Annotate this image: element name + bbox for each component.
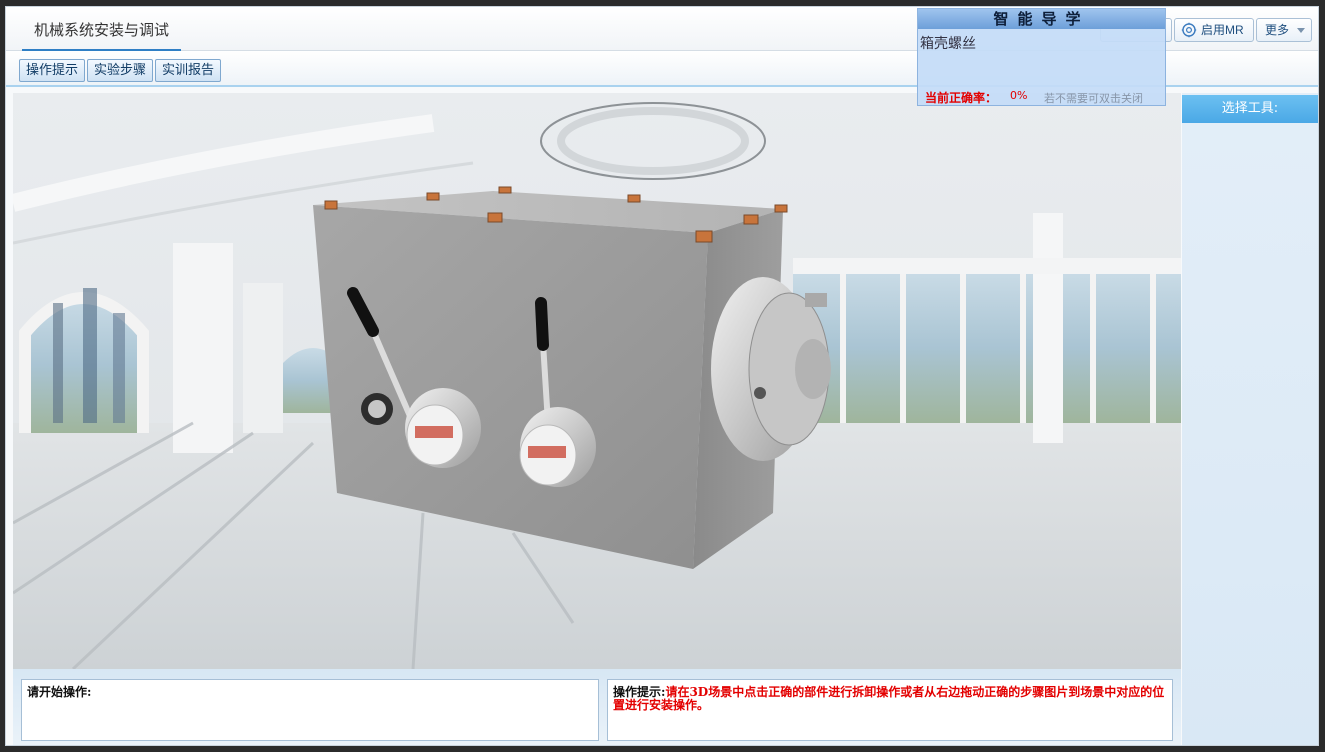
status-area: 请开始操作: 操作提示:请在3D场景中点击正确的部件进行拆卸操作或者从右边拖动正…	[13, 669, 1181, 745]
3d-scene-viewport[interactable]	[13, 93, 1181, 669]
hint-label: 操作提示:	[613, 685, 666, 699]
3d-scene-render	[13, 93, 1181, 669]
enable-mr-button[interactable]: 启用MR	[1174, 18, 1254, 42]
experiment-steps-button[interactable]: 实验步骤	[87, 59, 154, 82]
more-label: 更多	[1265, 23, 1290, 37]
smart-guide-title[interactable]: 智能导学	[918, 9, 1165, 29]
app-window: 机械系统安装与调试 启用MR 更多 操作提示 实验步骤 实训报告 选择工具: 请…	[5, 6, 1319, 746]
chevron-down-icon	[1297, 28, 1305, 33]
accuracy-value: 0%	[1010, 89, 1028, 102]
guide-close-hint: 若不需要可双击关闭	[1044, 92, 1143, 105]
operation-hint-box: 操作提示:请在3D场景中点击正确的部件进行拆卸操作或者从右边拖动正确的步骤图片到…	[607, 679, 1173, 741]
operation-log-box: 请开始操作:	[21, 679, 599, 741]
training-report-button[interactable]: 实训报告	[155, 59, 222, 82]
operation-tips-button[interactable]: 操作提示	[19, 59, 86, 82]
mr-icon	[1181, 22, 1197, 38]
more-button[interactable]: 更多	[1256, 18, 1312, 42]
guide-current-task: 箱壳螺丝	[920, 36, 976, 52]
enable-mr-label: 启用MR	[1201, 23, 1244, 37]
hint-text: 请在3D场景中点击正确的部件进行拆卸操作或者从右边拖动正确的步骤图片到场景中对应…	[613, 685, 1165, 712]
accuracy-label: 当前正确率：	[925, 91, 998, 105]
smart-guide-panel[interactable]: 智能导学 箱壳螺丝 当前正确率： 0% 若不需要可双击关闭	[917, 8, 1166, 106]
tool-panel-title: 选择工具:	[1182, 95, 1318, 123]
page-title-tab[interactable]: 机械系统安装与调试	[22, 7, 182, 51]
tool-selection-panel: 选择工具:	[1182, 93, 1318, 745]
start-prompt: 请开始操作:	[27, 685, 92, 699]
